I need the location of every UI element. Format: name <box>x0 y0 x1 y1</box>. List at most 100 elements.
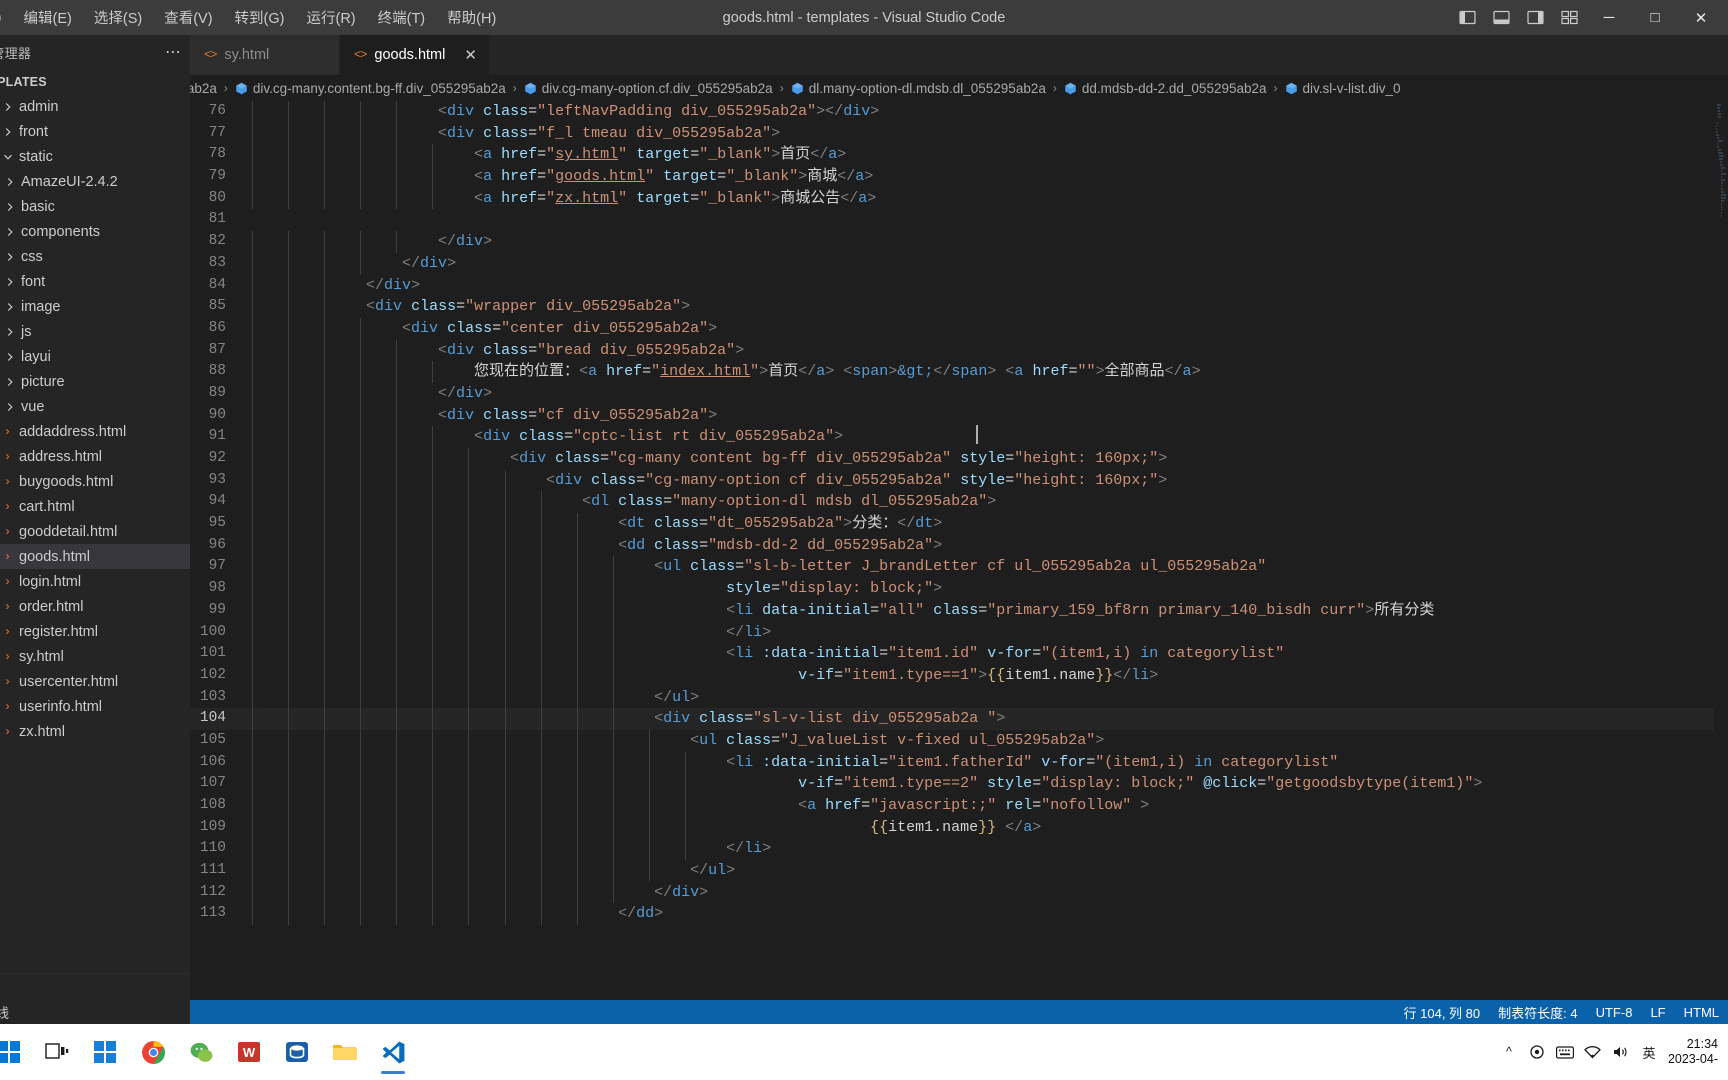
task-view-button[interactable] <box>34 1028 80 1076</box>
network-icon[interactable] <box>1584 1043 1602 1061</box>
tree-file-item[interactable]: › login.html <box>0 569 190 594</box>
tree-file-item[interactable]: › addaddress.html <box>0 419 190 444</box>
tree-file-item[interactable]: › sy.html <box>0 644 190 669</box>
status-cursor-position[interactable]: 行 104, 列 80 <box>1395 1000 1490 1024</box>
code-line[interactable]: 89 </div> <box>190 382 1714 405</box>
code-line[interactable]: 100 </li> <box>190 621 1714 644</box>
code-line[interactable]: 78 <a href="sy.html" target="_blank">首页<… <box>190 144 1714 167</box>
tree-folder-item[interactable]: components <box>0 219 190 244</box>
tree-folder-item[interactable]: image <box>0 294 190 319</box>
tree-folder-item[interactable]: front <box>0 119 190 144</box>
breadcrumb-item[interactable]: div.sl-v-list.div_0 <box>1283 81 1403 96</box>
code-line[interactable]: 94 <dl class="many-option-dl mdsb dl_055… <box>190 491 1714 514</box>
menu-item-1[interactable]: 编辑(E) <box>13 3 83 32</box>
code-line[interactable]: 88 您现在的位置：<a href="index.html">首页</a> <s… <box>190 361 1714 383</box>
tree-folder-item[interactable]: layui <box>0 344 190 369</box>
code-line[interactable]: 83 </div> <box>190 252 1714 275</box>
code-line[interactable]: 96 <dd class="mdsb-dd-2 dd_055295ab2a"> <box>190 534 1714 557</box>
wps-button[interactable]: W <box>226 1028 272 1076</box>
vscode-button[interactable] <box>370 1028 416 1076</box>
tray-app-icon[interactable] <box>1528 1043 1546 1061</box>
wechat-dev-button[interactable] <box>178 1028 224 1076</box>
code-line[interactable]: 90 <div class="cf div_055295ab2a"> <box>190 404 1714 427</box>
tree-folder-item[interactable]: AmazeUI-2.4.2 <box>0 169 190 194</box>
menu-item-7[interactable]: 帮助(H) <box>436 3 507 32</box>
minimap[interactable] <box>1714 101 1728 1000</box>
menu-item-5[interactable]: 运行(R) <box>295 3 366 32</box>
minimize-button[interactable]: ─ <box>1586 0 1632 35</box>
volume-icon[interactable] <box>1612 1043 1630 1061</box>
code-line[interactable]: 87 <div class="bread div_055295ab2a"> <box>190 339 1714 362</box>
menu-item-2[interactable]: 选择(S) <box>83 3 153 32</box>
status-eol[interactable]: LF <box>1641 1000 1674 1024</box>
maximize-button[interactable]: □ <box>1632 0 1678 35</box>
menu-item-4[interactable]: 转到(G) <box>224 3 296 32</box>
menu-item-0[interactable]: (F) <box>0 6 13 30</box>
tree-folder-item[interactable]: css <box>0 244 190 269</box>
start-button[interactable] <box>0 1028 32 1076</box>
tree-folder-item[interactable]: vue <box>0 394 190 419</box>
code-line[interactable]: 82 </div> <box>190 231 1714 253</box>
code-line[interactable]: 86 <div class="center div_055295ab2a"> <box>190 317 1714 340</box>
status-encoding[interactable]: UTF-8 <box>1587 1000 1642 1024</box>
ms-store-button[interactable] <box>82 1028 128 1076</box>
chrome-button[interactable] <box>130 1028 176 1076</box>
tree-folder-item[interactable]: basic <box>0 194 190 219</box>
tree-file-item[interactable]: › usercenter.html <box>0 669 190 694</box>
code-line[interactable]: 93 <div class="cg-many-option cf div_055… <box>190 469 1714 492</box>
tree-folder-item[interactable]: font <box>0 269 190 294</box>
code-line[interactable]: 76 <div class="leftNavPadding div_055295… <box>190 101 1714 123</box>
code-line[interactable]: 95 <dt class="dt_055295ab2a">分类：</dt> <box>190 513 1714 535</box>
toggle-panel-icon[interactable] <box>1484 3 1518 33</box>
tree-file-item[interactable]: › zx.html <box>0 719 190 744</box>
editor-tab[interactable]: <> goods.html ✕ <box>340 35 490 75</box>
code-line[interactable]: 113 </dd> <box>190 903 1714 926</box>
breadcrumb-item[interactable]: dd.mdsb-dd-2.dd_055295ab2a <box>1062 81 1269 96</box>
close-tab-icon[interactable]: ✕ <box>454 46 477 64</box>
code-line[interactable]: 110 </li> <box>190 838 1714 861</box>
tree-file-item[interactable]: › order.html <box>0 594 190 619</box>
code-line[interactable]: 107 v-if="item1.type==2" style="display:… <box>190 773 1714 796</box>
code-content[interactable]: 76 <div class="leftNavPadding div_055295… <box>190 101 1714 1000</box>
explorer-more-actions-icon[interactable]: ⋯ <box>165 44 182 60</box>
menu-item-6[interactable]: 终端(T) <box>367 3 437 32</box>
tree-folder-item[interactable]: js <box>0 319 190 344</box>
code-line[interactable]: 112 </div> <box>190 881 1714 904</box>
breadcrumb-item[interactable]: div.cg-many-option.cf.div_055295ab2a <box>522 81 775 96</box>
code-line[interactable]: 79 <a href="goods.html" target="_blank">… <box>190 166 1714 188</box>
tree-file-item[interactable]: › gooddetail.html <box>0 519 190 544</box>
code-line[interactable]: 103 </ul> <box>190 686 1714 709</box>
tree-file-item[interactable]: › goods.html <box>0 544 190 569</box>
breadcrumb-item[interactable]: dl.many-option-dl.mdsb.dl_055295ab2a <box>789 81 1048 96</box>
code-line[interactable]: 109 {{item1.name}} </a> <box>190 816 1714 839</box>
tree-folder-item[interactable]: picture <box>0 369 190 394</box>
tree-file-item[interactable]: › cart.html <box>0 494 190 519</box>
breadcrumb-item[interactable]: div_055295ab2a <box>190 81 219 96</box>
status-language-mode[interactable]: HTML <box>1675 1000 1728 1024</box>
toggle-secondary-sidebar-icon[interactable] <box>1518 3 1552 33</box>
code-line[interactable]: 99 <li data-initial="all" class="primary… <box>190 599 1714 622</box>
code-line[interactable]: 84 </div> <box>190 274 1714 297</box>
editor-tab[interactable]: <> sy.html <box>190 35 340 75</box>
breadcrumb-item[interactable]: div.cg-many.content.bg-ff.div_055295ab2a <box>233 81 508 96</box>
tree-file-item[interactable]: › userinfo.html <box>0 694 190 719</box>
code-line[interactable]: 92 <div class="cg-many content bg-ff div… <box>190 448 1714 470</box>
code-line[interactable]: 97 <ul class="sl-b-letter J_brandLetter … <box>190 556 1714 579</box>
file-explorer-button[interactable] <box>322 1028 368 1076</box>
sidebar-section-0[interactable]: 纲 <box>0 974 190 999</box>
code-line[interactable]: 104 <div class="sl-v-list div_055295ab2a… <box>190 708 1714 730</box>
code-line[interactable]: 105 <ul class="J_valueList v-fixed ul_05… <box>190 729 1714 752</box>
code-line[interactable]: 102 v-if="item1.type==1">{{item1.name}}<… <box>190 664 1714 687</box>
customize-layout-icon[interactable] <box>1552 3 1586 33</box>
tree-file-item[interactable]: › buygoods.html <box>0 469 190 494</box>
tree-folder-item[interactable]: static <box>0 144 190 169</box>
status-indentation[interactable]: 制表符长度: 4 <box>1489 1000 1586 1024</box>
keyboard-icon[interactable] <box>1555 1043 1574 1061</box>
ime-language-indicator[interactable]: 英 <box>1640 1043 1658 1061</box>
navicat-button[interactable] <box>274 1028 320 1076</box>
menu-item-3[interactable]: 查看(V) <box>153 3 223 32</box>
code-line[interactable]: 106 <li :data-initial="item1.fatherId" v… <box>190 751 1714 774</box>
show-hidden-icons-icon[interactable]: ^ <box>1500 1043 1518 1061</box>
toggle-primary-sidebar-icon[interactable] <box>1450 3 1484 33</box>
code-line[interactable]: 77 <div class="f_l tmeau div_055295ab2a"… <box>190 122 1714 145</box>
